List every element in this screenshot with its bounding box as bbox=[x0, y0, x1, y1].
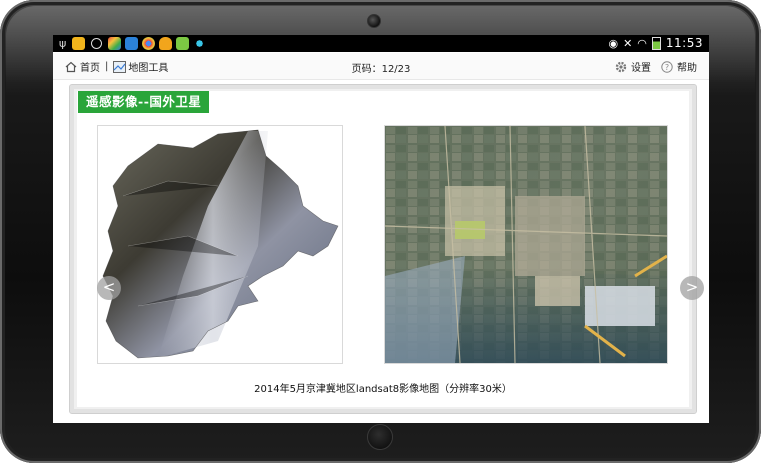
eye-icon: ◉ bbox=[608, 36, 619, 50]
slide-content: 遥感影像--国外卫星 2014年5月京津冀地区landsat8影像地图（分辨率3… bbox=[77, 91, 689, 407]
store-app-icon bbox=[176, 37, 189, 50]
image-caption: 2014年5月京津冀地区landsat8影像地图（分辨率30米） bbox=[254, 384, 512, 395]
mute-icon: ✕ bbox=[623, 36, 633, 50]
slide-title: 遥感影像--国外卫星 bbox=[78, 91, 210, 113]
next-slide-button[interactable]: > bbox=[680, 276, 704, 300]
home-hardware-button[interactable] bbox=[367, 424, 393, 450]
screen: ψ ◉ ✕ ◠ 11:53 首页 | 地图工具 页码：12/23 设置 ? 帮助… bbox=[53, 35, 709, 423]
battery-icon bbox=[651, 36, 661, 50]
help-link[interactable]: 帮助 bbox=[677, 59, 697, 74]
app-notification-icon bbox=[72, 37, 85, 50]
clock: 11:53 bbox=[665, 36, 703, 50]
help-icon[interactable]: ? bbox=[661, 60, 673, 73]
chrome-app-icon bbox=[142, 37, 155, 50]
brightness-icon bbox=[91, 38, 102, 49]
city-satellite-detail-image bbox=[384, 125, 668, 364]
usb-icon: ψ bbox=[59, 36, 67, 50]
social-app-icon bbox=[193, 37, 206, 50]
status-bar: ψ ◉ ✕ ◠ 11:53 bbox=[53, 35, 709, 52]
notification-icons: ψ bbox=[59, 37, 206, 50]
system-status-icons: ◉ ✕ ◠ 11:53 bbox=[608, 36, 703, 50]
slide-frame: 遥感影像--国外卫星 2014年5月京津冀地区landsat8影像地图（分辨率3… bbox=[69, 84, 704, 414]
top-navigation: 首页 | 地图工具 页码：12/23 设置 ? 帮助 bbox=[53, 53, 709, 80]
gear-icon[interactable] bbox=[615, 61, 627, 73]
tablet-bezel: ψ ◉ ✕ ◠ 11:53 首页 | 地图工具 页码：12/23 设置 ? 帮助… bbox=[0, 0, 761, 463]
settings-link[interactable]: 设置 bbox=[631, 59, 651, 74]
news-app-icon bbox=[125, 37, 138, 50]
page-indicator: 页码：12/23 bbox=[351, 64, 411, 75]
browser-app-icon bbox=[108, 37, 121, 50]
nav-right-group: 设置 ? 帮助 bbox=[615, 59, 697, 74]
svg-text:?: ? bbox=[665, 63, 669, 72]
weather-app-icon bbox=[159, 37, 172, 50]
front-camera bbox=[367, 14, 381, 28]
beijing-tianjin-hebei-satellite-map bbox=[97, 125, 343, 364]
wifi-icon: ◠ bbox=[637, 36, 647, 50]
previous-slide-button[interactable]: < bbox=[97, 276, 121, 300]
